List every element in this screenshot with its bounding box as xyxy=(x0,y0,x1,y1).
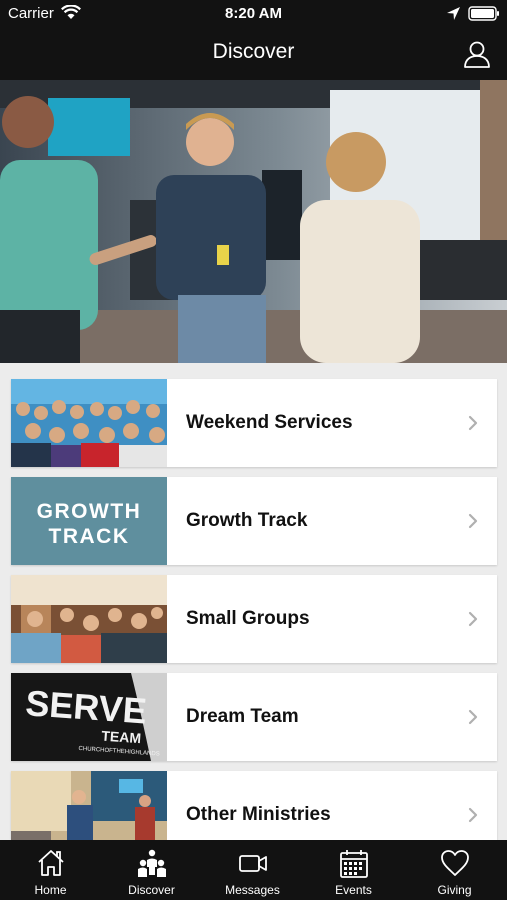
tab-events[interactable]: Events xyxy=(303,840,404,900)
tab-discover[interactable]: Discover xyxy=(101,840,202,900)
growth-track-thumbnail: GROWTH TRACK xyxy=(11,477,167,565)
card-label: Dream Team xyxy=(186,706,299,727)
card-label: Growth Track xyxy=(186,510,308,531)
tab-label: Discover xyxy=(128,883,175,897)
clock: 8:20 AM xyxy=(225,5,282,22)
profile-icon[interactable] xyxy=(461,38,493,70)
growth-track-line2: TRACK xyxy=(49,525,130,548)
card-label: Other Ministries xyxy=(186,804,331,825)
weekend-services-thumbnail xyxy=(11,379,167,467)
card-label: Weekend Services xyxy=(186,412,353,433)
hero-image xyxy=(0,80,507,363)
serve-team-shirt: SERVE TEAM CHURCHOFTHEHIGHLANDS xyxy=(11,673,167,761)
tab-bar: Home Discover Messages Events Giving xyxy=(0,840,507,900)
chevron-right-icon xyxy=(468,513,478,529)
chevron-right-icon xyxy=(468,709,478,725)
hero-photo xyxy=(0,80,507,363)
small-groups-card[interactable]: Small Groups xyxy=(11,575,497,663)
discover-list: Weekend Services GROWTH TRACK Growth Tra… xyxy=(0,363,507,840)
battery-icon xyxy=(468,6,499,21)
weekend-services-card[interactable]: Weekend Services xyxy=(11,379,497,467)
growth-track-line1: GROWTH xyxy=(37,500,142,523)
tab-label: Events xyxy=(335,883,372,897)
tab-giving[interactable]: Giving xyxy=(404,840,505,900)
small-groups-thumbnail xyxy=(11,575,167,663)
location-arrow-icon xyxy=(447,7,460,20)
serve-text: SERVE xyxy=(24,682,148,731)
page-title: Discover xyxy=(212,40,295,63)
video-camera-icon xyxy=(239,855,267,872)
status-bar: Carrier 8:20 AM xyxy=(0,0,507,28)
tab-label: Giving xyxy=(437,883,472,897)
tab-label: Messages xyxy=(225,883,280,897)
team-text: TEAM xyxy=(101,728,142,747)
chevron-right-icon xyxy=(468,807,478,823)
home-icon xyxy=(38,850,64,876)
tab-label: Home xyxy=(34,883,67,897)
heart-icon xyxy=(441,850,469,876)
other-ministries-thumbnail xyxy=(11,771,167,840)
ministries-photo xyxy=(11,771,167,840)
dream-team-thumbnail: SERVE TEAM CHURCHOFTHEHIGHLANDS xyxy=(11,673,167,761)
small-groups-photo xyxy=(11,575,167,663)
growth-track-banner: GROWTH TRACK xyxy=(11,477,167,565)
chevron-right-icon xyxy=(468,415,478,431)
tab-home[interactable]: Home xyxy=(0,840,101,900)
growth-track-card[interactable]: GROWTH TRACK Growth Track xyxy=(11,477,497,565)
calendar-icon xyxy=(340,850,368,878)
navigation-bar: Discover xyxy=(0,28,507,80)
people-icon xyxy=(138,849,166,877)
chevron-right-icon xyxy=(468,611,478,627)
card-label: Small Groups xyxy=(186,608,310,629)
other-ministries-card[interactable]: Other Ministries xyxy=(11,771,497,840)
dream-team-card[interactable]: SERVE TEAM CHURCHOFTHEHIGHLANDS Dream Te… xyxy=(11,673,497,761)
congregation-photo xyxy=(11,379,167,467)
tab-messages[interactable]: Messages xyxy=(202,840,303,900)
